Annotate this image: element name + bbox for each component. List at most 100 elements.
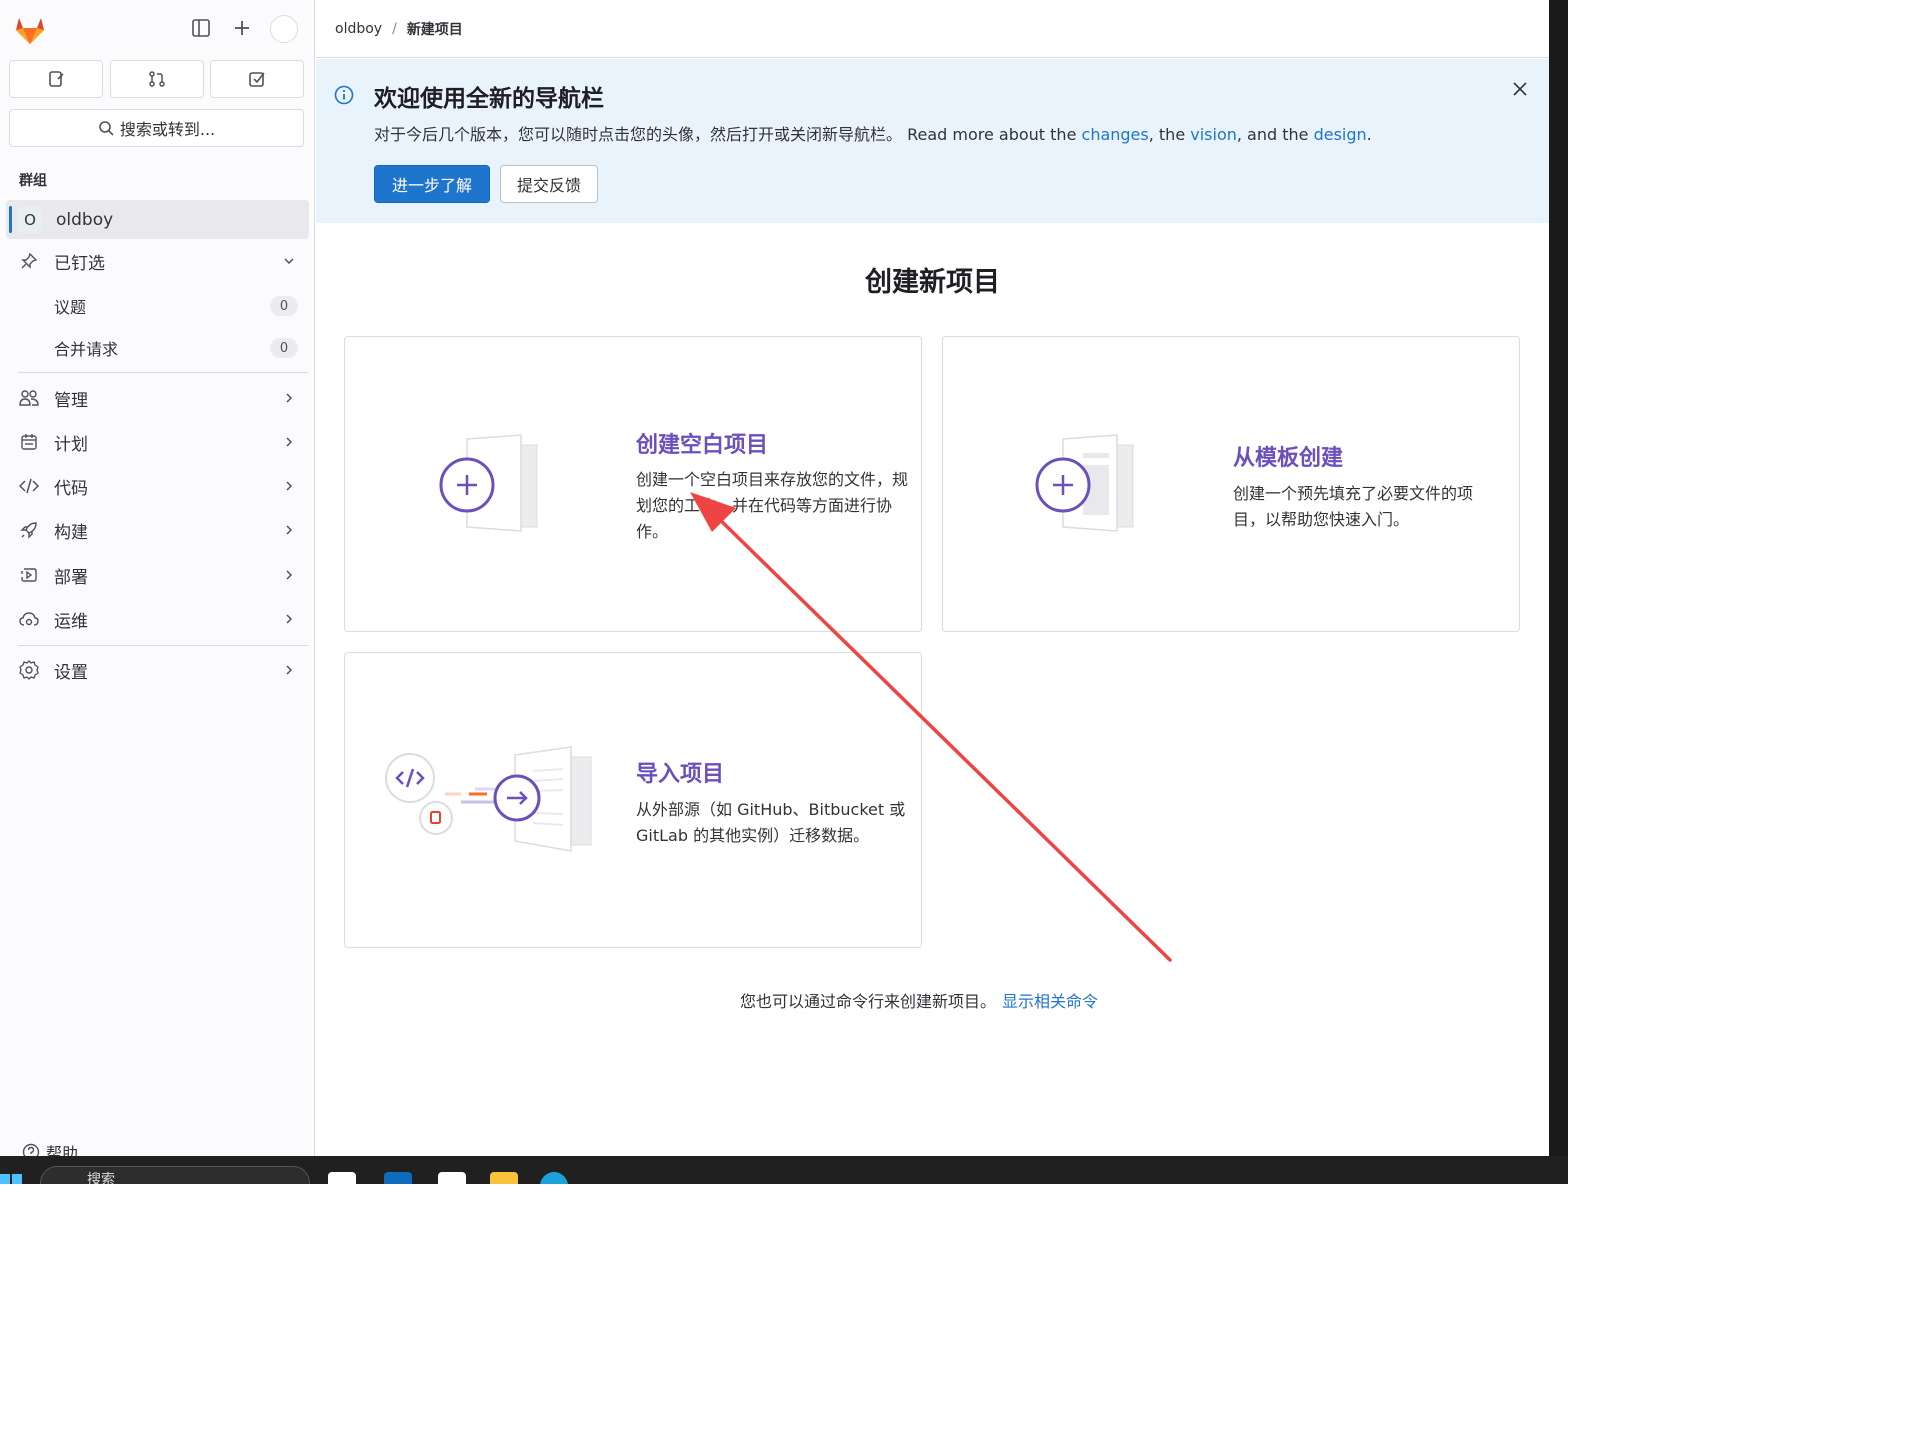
pinned-item-label: 合并请求 — [54, 340, 119, 359]
chevron-right-icon — [282, 435, 296, 449]
search-label: 搜索或转到... — [119, 120, 216, 139]
taskbar-file-explorer-icon[interactable] — [490, 1172, 518, 1184]
card-title: 从模板创建 — [1233, 446, 1344, 471]
blank-project-illustration-icon — [439, 434, 538, 532]
nav-pinned[interactable]: 已钉选 — [0, 241, 310, 281]
template-illustration-icon — [1035, 434, 1134, 532]
nav-plan[interactable]: 计划 — [0, 422, 310, 462]
todos-quick-button[interactable] — [210, 60, 304, 98]
card-title: 创建空白项目 — [636, 433, 769, 458]
card-description: 从外部源（如 GitHub、Bitbucket 或 GitLab 的其他实例）迁… — [636, 800, 906, 845]
pinned-item-label: 议题 — [54, 298, 87, 317]
issues-quick-button[interactable] — [9, 60, 103, 98]
design-link[interactable]: design — [1314, 125, 1367, 144]
pinned-item-issues[interactable]: 议题 0 — [0, 286, 310, 326]
rocket-icon — [18, 519, 40, 541]
page-title: 创建新项目 — [865, 267, 1000, 298]
import-project-card[interactable]: 导入项目 从外部源（如 GitHub、Bitbucket 或 GitLab 的其… — [344, 652, 922, 948]
chevron-right-icon — [282, 479, 296, 493]
gitlab-logo-icon[interactable] — [12, 12, 48, 48]
banner-text: 对于今后几个版本，您可以随时点击您的头像，然后打开或关闭新导航栏。 Read m… — [374, 121, 1372, 145]
nav-code[interactable]: 代码 — [0, 466, 310, 506]
todo-icon — [249, 72, 265, 87]
divider — [18, 372, 308, 373]
nav-deploy[interactable]: 部署 — [0, 555, 310, 595]
merge-request-icon — [149, 71, 165, 87]
search-button[interactable]: 搜索或转到... — [9, 109, 304, 147]
nav-settings[interactable]: 设置 — [0, 650, 310, 690]
import-illustration-icon — [385, 746, 592, 852]
window-edge — [1549, 0, 1568, 1160]
taskbar-app-icon[interactable] — [438, 1172, 466, 1184]
nav-label: 管理 — [54, 390, 88, 411]
count-badge: 0 — [270, 296, 298, 316]
create-blank-project-card[interactable]: 创建空白项目 创建一个空白项目来存放您的文件，规划您的工作，并在代码等方面进行协… — [344, 336, 922, 632]
group-name: oldboy — [56, 209, 114, 230]
chevron-down-icon — [282, 254, 296, 268]
user-avatar[interactable] — [270, 15, 298, 43]
settings-icon — [18, 659, 40, 681]
nav-label: 代码 — [54, 478, 88, 499]
banner-text-mid: , and the — [1236, 125, 1314, 144]
chevron-right-icon — [282, 663, 296, 677]
taskbar-search-input[interactable]: 搜索 — [40, 1166, 310, 1184]
create-from-template-card[interactable]: 从模板创建 创建一个预先填充了必要文件的项目，以帮助您快速入门。 — [942, 336, 1520, 632]
taskbar-app-typora-icon[interactable] — [328, 1172, 356, 1184]
vision-link[interactable]: vision — [1190, 125, 1237, 144]
feedback-button[interactable]: 提交反馈 — [500, 165, 598, 203]
users-icon — [18, 387, 40, 409]
breadcrumb-separator: / — [392, 20, 397, 37]
taskbar-app-icon[interactable] — [384, 1172, 412, 1184]
nav-label: 设置 — [54, 662, 88, 683]
pinned-item-merge-requests[interactable]: 合并请求 0 — [0, 328, 310, 368]
nav-label: 部署 — [54, 567, 88, 588]
planning-icon — [18, 431, 40, 453]
os-taskbar: 搜索 — [0, 1156, 1568, 1184]
nav-build[interactable]: 构建 — [0, 510, 310, 550]
nav-label: 运维 — [54, 611, 88, 632]
nav-manage[interactable]: 管理 — [0, 378, 310, 418]
cloud-gear-icon — [18, 608, 40, 630]
merge-requests-quick-button[interactable] — [110, 60, 204, 98]
breadcrumb-parent-link[interactable]: oldboy — [335, 21, 382, 37]
search-icon — [99, 121, 114, 136]
card-title: 导入项目 — [636, 762, 725, 787]
active-indicator — [9, 206, 12, 233]
create-new-icon[interactable] — [230, 16, 254, 40]
group-avatar: O — [17, 206, 43, 233]
chevron-right-icon — [282, 523, 296, 537]
taskbar-search-placeholder: 搜索 — [87, 1172, 115, 1184]
count-badge: 0 — [270, 338, 298, 358]
context-group-oldboy[interactable]: O oldboy — [6, 200, 309, 239]
windows-start-icon[interactable] — [0, 1170, 24, 1184]
changes-link[interactable]: changes — [1082, 125, 1149, 144]
deployments-icon — [18, 564, 40, 586]
issues-icon — [49, 71, 64, 87]
breadcrumb: oldboy / 新建项目 — [316, 0, 1549, 58]
chevron-right-icon — [282, 612, 296, 626]
sidebar: 搜索或转到... 群组 O oldboy 已钉选 议题 0 合并请求 0 管理 … — [0, 0, 315, 1163]
chevron-right-icon — [282, 568, 296, 582]
card-description: 创建一个空白项目来存放您的文件，规划您的工作，并在代码等方面进行协作。 — [636, 470, 909, 541]
info-icon — [334, 85, 354, 105]
nav-operate[interactable]: 运维 — [0, 599, 310, 639]
cli-note: 您也可以通过命令行来创建新项目。 显示相关命令 — [740, 988, 1098, 1012]
chevron-right-icon — [282, 391, 296, 405]
banner-text-suffix: . — [1366, 125, 1372, 144]
card-description: 创建一个预先填充了必要文件的项目，以帮助您快速入门。 — [1233, 484, 1474, 529]
nav-label: 构建 — [54, 522, 88, 543]
thumbtack-icon — [18, 250, 40, 272]
taskbar-edge-browser-icon[interactable] — [540, 1172, 568, 1184]
sidebar-toggle-icon[interactable] — [189, 16, 213, 40]
nav-label: 计划 — [54, 434, 88, 455]
close-icon[interactable] — [1510, 79, 1530, 99]
learn-more-button[interactable]: 进一步了解 — [374, 165, 490, 203]
banner-title: 欢迎使用全新的导航栏 — [374, 86, 604, 112]
banner-text-mid: , the — [1148, 125, 1191, 144]
nav-pinned-label: 已钉选 — [54, 253, 105, 274]
cli-note-text: 您也可以通过命令行来创建新项目。 — [740, 992, 997, 1011]
show-command-link[interactable]: 显示相关命令 — [1002, 992, 1098, 1011]
new-navigation-banner: 欢迎使用全新的导航栏 对于今后几个版本，您可以随时点击您的头像，然后打开或关闭新… — [316, 59, 1549, 223]
section-label: 群组 — [19, 173, 47, 189]
breadcrumb-current[interactable]: 新建项目 — [407, 19, 463, 39]
